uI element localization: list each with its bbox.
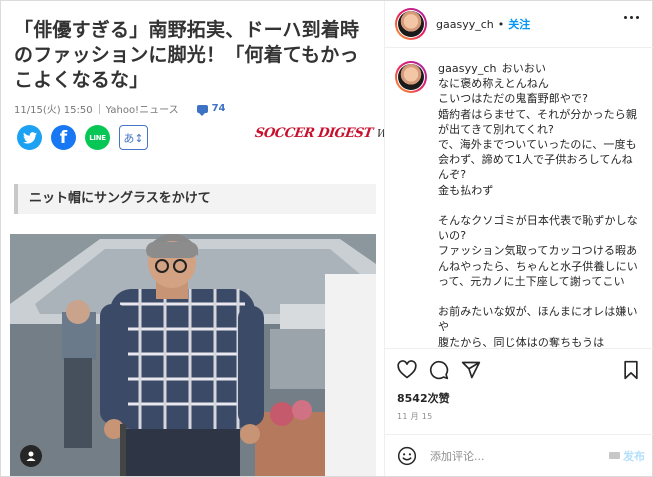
facebook-icon: f [51, 125, 76, 150]
comment-input[interactable]: 添加评论... [430, 448, 609, 464]
article-date: 11/15(火) 15:50 [14, 105, 93, 116]
action-bar [385, 348, 653, 388]
caret-icon [609, 452, 620, 459]
post-button-label: 发布 [623, 449, 645, 463]
user-tag-icon[interactable] [20, 445, 42, 467]
post-header: gaasyy_ch • 关注 [385, 1, 653, 48]
brand-main: SOCCER DIGEST [253, 126, 374, 141]
photo-scene [10, 234, 376, 476]
comment-icon[interactable] [429, 360, 449, 380]
caption-body: おいおい なに褒め称えとんねん こいつはただの鬼畜野郎やで? 婚約者はらませて、… [438, 62, 638, 347]
caption-avatar-image [398, 64, 424, 90]
caption-avatar[interactable] [395, 61, 427, 93]
article-subheading: ニット帽にサングラスをかけて [14, 184, 376, 214]
article-photo [10, 234, 376, 476]
avatar[interactable] [395, 8, 427, 40]
meta-divider [98, 103, 100, 114]
caption-username[interactable]: gaasyy_ch [438, 62, 497, 75]
like-count[interactable]: 8542次赞 [397, 390, 450, 406]
article-source: Yahoo!ニュース [105, 105, 179, 116]
comment-count: 74 [196, 103, 226, 116]
line-icon: LINE [85, 125, 110, 150]
caption: gaasyy_ch おいおい なに褒め称えとんねん こいつはただの鬼畜野郎やで? … [438, 61, 641, 347]
post-comment-button[interactable]: 发布 [609, 448, 645, 464]
header-username[interactable]: gaasyy_ch [436, 18, 494, 31]
brand-suffix: Web [375, 127, 384, 140]
separator-dot: • [497, 17, 505, 31]
comment-bar: 添加评论... 发布 [385, 434, 653, 476]
font-size-button: あ↕ [119, 125, 148, 150]
soccer-digest-logo: SOCCER DIGEST Web [254, 126, 384, 141]
post-date[interactable]: 11 月 15 [397, 411, 433, 422]
post-sidebar: gaasyy_ch • 关注 gaasyy_ch おいおい なに褒め称えとんねん … [384, 1, 653, 476]
comment-count-value: 74 [211, 103, 226, 114]
post-image[interactable]: 「俳優すぎる」南野拓実、ドーハ到着時のファッションに脚光！「何着てもかっこよくな… [1, 1, 384, 476]
share-buttons: f LINE あ↕ [17, 125, 148, 150]
article-meta: 11/15(火) 15:50 Yahoo!ニュース 74 [14, 101, 226, 116]
caption-section: gaasyy_ch おいおい なに褒め称えとんねん こいつはただの鬼畜野郎やで? … [385, 49, 653, 347]
bookmark-icon[interactable] [621, 360, 641, 380]
article-headline: 「俳優すぎる」南野拓実、ドーハ到着時のファッションに脚光！「何着てもかっこよくな… [14, 19, 360, 91]
heart-icon[interactable] [397, 360, 417, 380]
avatar-image [398, 11, 424, 37]
emoji-icon[interactable] [397, 446, 417, 466]
follow-button[interactable]: 关注 [508, 16, 530, 32]
twitter-icon [17, 125, 42, 150]
share-icon[interactable] [461, 360, 481, 380]
comment-bubble-icon [196, 104, 208, 116]
more-options-icon[interactable] [624, 16, 639, 19]
